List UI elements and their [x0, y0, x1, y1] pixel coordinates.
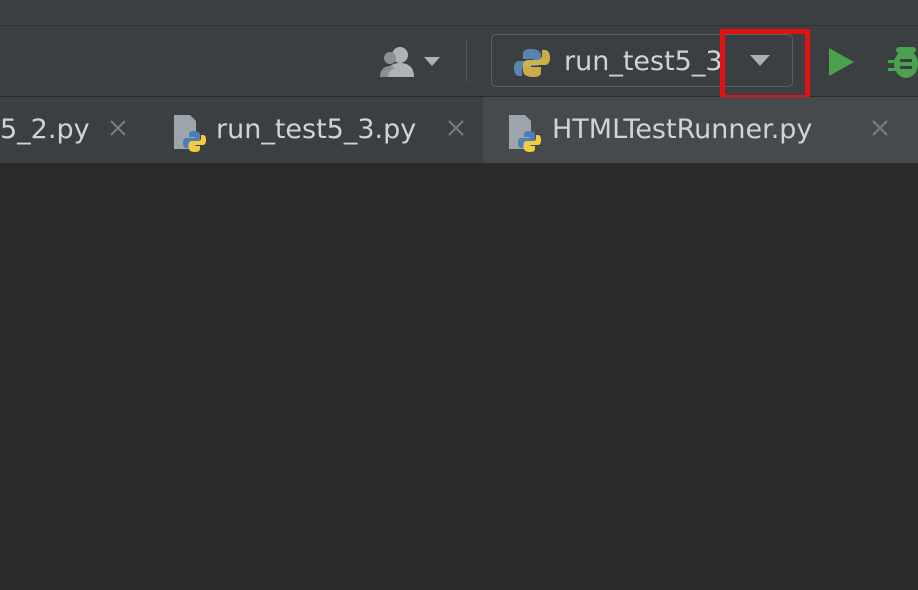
tab-label: HTMLTestRunner.py	[552, 114, 813, 145]
run-icon[interactable]	[826, 46, 856, 78]
person-icon	[380, 47, 414, 77]
python-file-icon	[174, 115, 206, 152]
tab-htmltestrunner-py[interactable]: HTMLTestRunner.py	[483, 97, 918, 163]
tab-label: 5_2.py	[0, 114, 90, 145]
python-file-icon	[509, 115, 541, 152]
python-icon	[514, 49, 550, 77]
run-config-label: run_test5_3	[564, 46, 723, 77]
chevron-down-icon	[424, 57, 440, 66]
vcs-user-button[interactable]	[378, 44, 448, 80]
close-icon[interactable]	[107, 117, 129, 139]
close-icon[interactable]	[445, 117, 467, 139]
toolbar-separator	[466, 40, 467, 82]
tab-run-test5-3-py[interactable]: run_test5_3.py	[150, 97, 480, 163]
debug-icon[interactable]	[884, 40, 918, 80]
dropdown-highlight-box	[720, 29, 810, 100]
tab-5-2-py[interactable]: 5_2.py	[0, 97, 150, 163]
editor-tab-bar: 5_2.py run_test5_3.py HTMLTestRunner.py	[0, 97, 918, 163]
window-top-strip	[0, 0, 918, 26]
tab-label: run_test5_3.py	[216, 114, 417, 145]
editor-area[interactable]	[0, 163, 918, 590]
close-icon[interactable]	[869, 117, 891, 139]
